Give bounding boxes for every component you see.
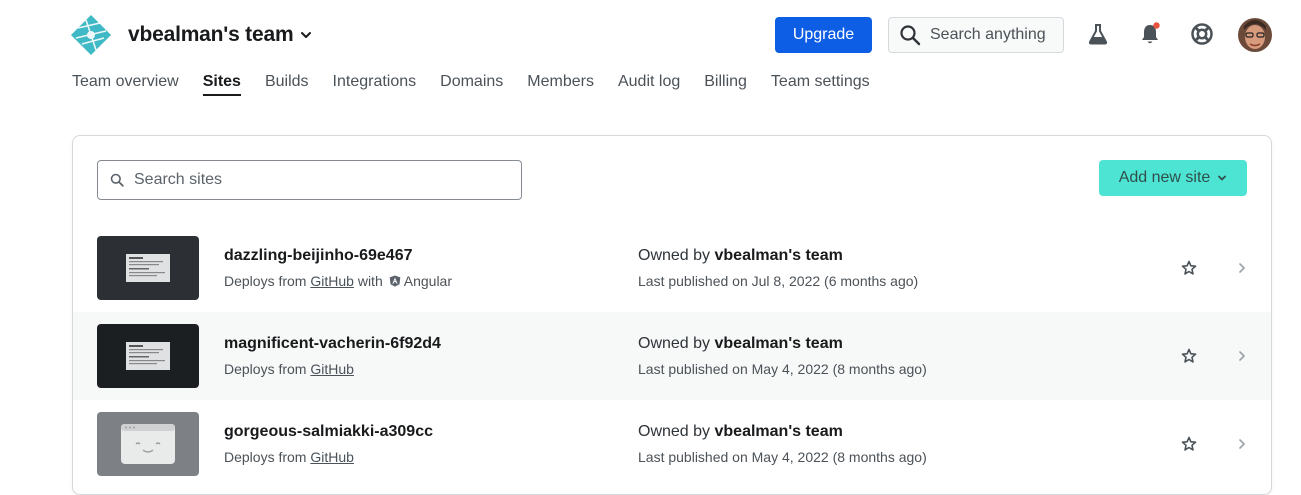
avatar-image <box>1238 18 1272 52</box>
owner-name: vbealman's team <box>714 247 843 264</box>
site-search-field[interactable] <box>97 160 522 200</box>
site-owner: Owned by vbealman's team <box>638 247 843 265</box>
bell-icon <box>1142 22 1160 44</box>
tab-billing[interactable]: Billing <box>704 73 747 96</box>
tab-integrations[interactable]: Integrations <box>333 73 417 96</box>
site-thumbnail <box>97 324 199 388</box>
last-published: Last published on May 4, 2022 (8 months … <box>638 449 927 465</box>
notifications-button[interactable] <box>1137 21 1163 47</box>
last-published: Last published on May 4, 2022 (8 months … <box>638 361 927 377</box>
site-owner: Owned by vbealman's team <box>638 335 843 353</box>
global-search-button[interactable]: Search anything <box>888 17 1064 53</box>
angular-icon <box>389 275 400 287</box>
site-thumbnail <box>97 236 199 300</box>
tab-members[interactable]: Members <box>527 73 594 96</box>
owner-name: vbealman's team <box>714 335 843 352</box>
deploys-prefix: Deploys from <box>224 273 307 289</box>
deploys-prefix: Deploys from <box>224 449 307 465</box>
netlify-logo-icon <box>71 15 111 55</box>
notification-dot <box>1153 22 1160 29</box>
chevron-right-icon[interactable] <box>1236 438 1248 450</box>
flask-icon <box>1088 24 1108 45</box>
github-link[interactable]: GitHub <box>310 273 354 289</box>
owner-prefix: Owned by <box>638 335 711 352</box>
site-deploy-info: Deploys from GitHub <box>224 449 354 465</box>
deploys-prefix: Deploys from <box>224 361 307 377</box>
labs-button[interactable] <box>1085 21 1111 47</box>
team-switcher[interactable]: vbealman's team <box>70 14 313 56</box>
search-icon <box>900 25 921 46</box>
add-new-site-button[interactable]: Add new site <box>1099 160 1247 196</box>
tab-domains[interactable]: Domains <box>440 73 503 96</box>
owner-prefix: Owned by <box>638 423 711 440</box>
site-placeholder-image <box>97 412 199 476</box>
chevron-down-icon <box>301 32 312 38</box>
github-link[interactable]: GitHub <box>310 361 354 377</box>
site-deploy-info: Deploys from GitHub with Angular <box>224 273 452 289</box>
owner-prefix: Owned by <box>638 247 711 264</box>
site-name[interactable]: dazzling-beijinho-69e467 <box>224 247 412 265</box>
lifebuoy-icon <box>1191 23 1213 45</box>
sites-card: Add new site dazzling-beijinho-69e467 De… <box>72 135 1272 495</box>
global-search-label: Search anything <box>930 26 1046 43</box>
site-name[interactable]: magnificent-vacherin-6f92d4 <box>224 335 441 353</box>
chevron-right-icon[interactable] <box>1236 350 1248 362</box>
site-owner: Owned by vbealman's team <box>638 423 843 441</box>
framework-name: Angular <box>403 273 453 289</box>
add-new-site-label: Add new site <box>1118 169 1211 186</box>
tab-team-overview[interactable]: Team overview <box>72 73 179 96</box>
site-row[interactable]: gorgeous-salmiakki-a309cc Deploys from G… <box>73 400 1271 488</box>
site-preview-image <box>97 324 199 388</box>
framework-prefix: with <box>357 273 383 289</box>
support-button[interactable] <box>1189 21 1215 47</box>
site-row[interactable]: dazzling-beijinho-69e467 Deploys from Gi… <box>73 224 1271 312</box>
star-icon[interactable] <box>1181 436 1197 452</box>
star-icon[interactable] <box>1181 348 1197 364</box>
site-deploy-info: Deploys from GitHub <box>224 361 354 377</box>
owner-name: vbealman's team <box>714 423 843 440</box>
tab-sites[interactable]: Sites <box>202 73 241 96</box>
github-link[interactable]: GitHub <box>310 449 354 465</box>
tab-audit-log[interactable]: Audit log <box>618 73 680 96</box>
user-avatar[interactable] <box>1238 18 1272 52</box>
team-nav: Team overview Sites Builds Integrations … <box>72 73 894 96</box>
tab-team-settings[interactable]: Team settings <box>771 73 870 96</box>
top-header: vbealman's team Upgrade Search anything <box>0 0 1301 70</box>
site-preview-image <box>97 236 199 300</box>
chevron-right-icon[interactable] <box>1236 262 1248 274</box>
upgrade-button[interactable]: Upgrade <box>775 17 872 53</box>
site-name[interactable]: gorgeous-salmiakki-a309cc <box>224 423 433 441</box>
star-icon[interactable] <box>1181 260 1197 276</box>
search-icon <box>110 173 124 187</box>
last-published: Last published on Jul 8, 2022 (6 months … <box>638 273 919 289</box>
tab-builds[interactable]: Builds <box>265 73 309 96</box>
site-thumbnail <box>97 412 199 476</box>
team-name: vbealman's team <box>128 23 294 46</box>
chevron-down-icon <box>1218 175 1227 181</box>
site-row[interactable]: magnificent-vacherin-6f92d4 Deploys from… <box>73 312 1271 400</box>
site-search-input[interactable] <box>132 170 512 190</box>
